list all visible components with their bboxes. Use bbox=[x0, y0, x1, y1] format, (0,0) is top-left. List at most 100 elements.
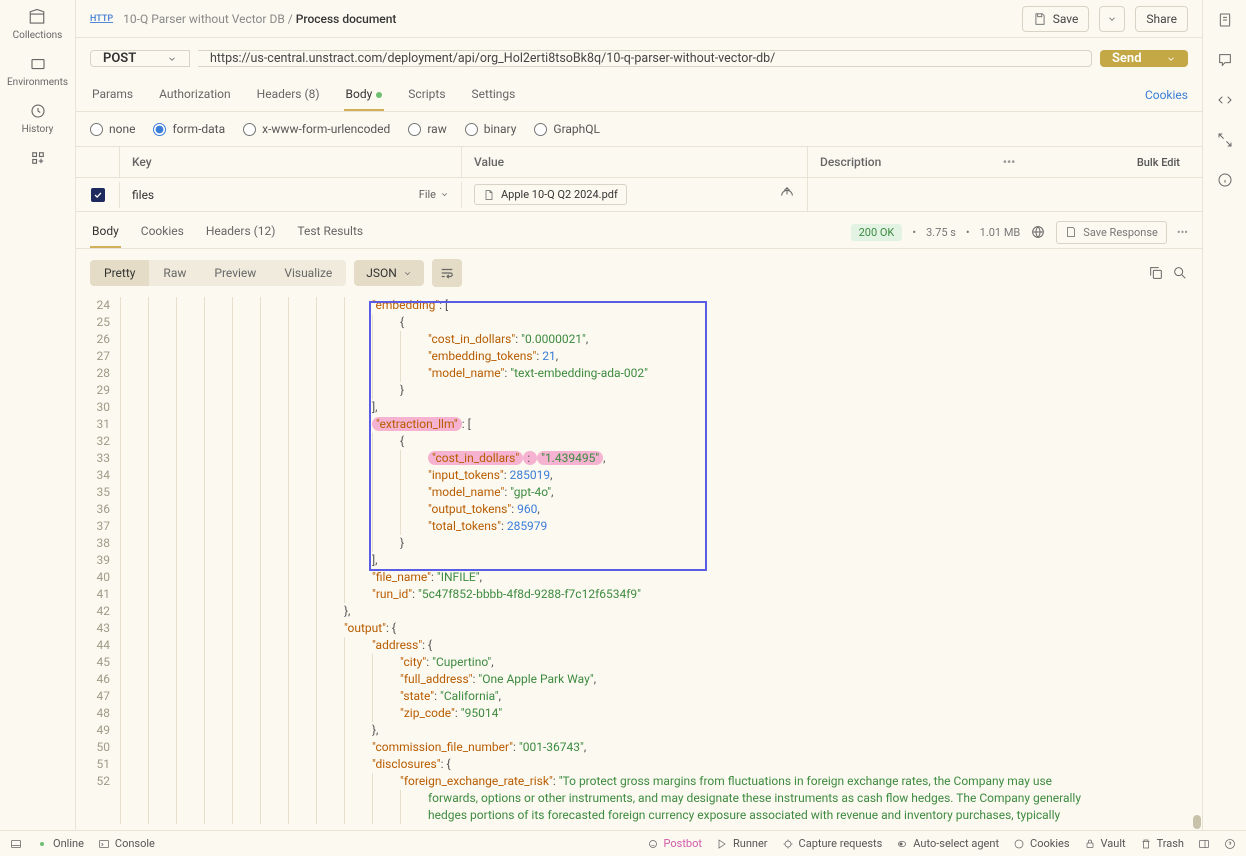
code-line[interactable]: 35"model_name": "gpt-4o", bbox=[76, 484, 1202, 501]
code-line[interactable]: 41"run_id": "5c47f852-bbbb-4f8d-9288-f7c… bbox=[76, 586, 1202, 603]
footer-vault[interactable]: Vault bbox=[1084, 837, 1126, 850]
radio-graphql[interactable]: GraphQL bbox=[534, 122, 600, 136]
sidebar-environments[interactable]: Environments bbox=[7, 55, 68, 88]
code-line[interactable]: 27"embedding_tokens": 21, bbox=[76, 348, 1202, 365]
code-line[interactable]: 31"extraction_llm": [ bbox=[76, 416, 1202, 433]
code-line[interactable]: 49}, bbox=[76, 722, 1202, 739]
info-icon[interactable] bbox=[1217, 172, 1233, 188]
radio-formdata[interactable]: form-data bbox=[153, 122, 225, 136]
code-line[interactable]: 36"output_tokens": 960, bbox=[76, 501, 1202, 518]
expand-icon[interactable] bbox=[1217, 132, 1233, 148]
vtab-raw[interactable]: Raw bbox=[149, 260, 200, 286]
tab-params[interactable]: Params bbox=[90, 79, 135, 111]
code-line[interactable]: 48"zip_code": "95014" bbox=[76, 705, 1202, 722]
code-line[interactable]: 45"city": "Cupertino", bbox=[76, 654, 1202, 671]
radio-binary[interactable]: binary bbox=[465, 122, 517, 136]
code-line[interactable]: 24"embedding": [ bbox=[76, 297, 1202, 314]
footer-console[interactable]: Console bbox=[98, 837, 155, 850]
cookies-link[interactable]: Cookies bbox=[1145, 80, 1188, 110]
save-button[interactable]: Save bbox=[1022, 6, 1090, 32]
footer-capture[interactable]: Capture requests bbox=[782, 837, 883, 850]
code-line[interactable]: 39], bbox=[76, 552, 1202, 569]
rtab-body[interactable]: Body bbox=[90, 216, 121, 248]
code-line[interactable]: 52"foreign_exchange_rate_risk": "To prot… bbox=[76, 773, 1202, 790]
method-select[interactable]: POST bbox=[90, 50, 190, 67]
code-line[interactable]: 43"output": { bbox=[76, 620, 1202, 637]
upload-icon[interactable] bbox=[779, 185, 795, 204]
share-button[interactable]: Share bbox=[1135, 6, 1188, 32]
rtab-cookies[interactable]: Cookies bbox=[139, 216, 186, 248]
bulk-edit-link[interactable]: Bulk Edit bbox=[1137, 156, 1190, 169]
footer-online[interactable]: Online bbox=[36, 837, 84, 850]
footer-layout-icon[interactable] bbox=[1198, 838, 1210, 850]
vtab-visualize[interactable]: Visualize bbox=[270, 260, 346, 286]
code-line[interactable]: 38} bbox=[76, 535, 1202, 552]
row-checkbox[interactable] bbox=[91, 188, 105, 202]
row-key-input[interactable]: files bbox=[132, 188, 154, 202]
response-code-area[interactable]: 24"embedding": [25{26"cost_in_dollars": … bbox=[76, 297, 1202, 830]
code-line[interactable]: 44"address": { bbox=[76, 637, 1202, 654]
code-line[interactable]: 37"total_tokens": 285979 bbox=[76, 518, 1202, 535]
save-dropdown[interactable] bbox=[1099, 6, 1125, 32]
format-select[interactable]: JSON bbox=[354, 260, 424, 286]
code-line[interactable]: hedges portions of its forecasted foreig… bbox=[76, 807, 1202, 824]
code-line[interactable]: 28"model_name": "text-embedding-ada-002" bbox=[76, 365, 1202, 382]
footer-cookies[interactable]: Cookies bbox=[1013, 837, 1069, 850]
code-line[interactable]: 33"cost_in_dollars": "1.439495", bbox=[76, 450, 1202, 467]
code-line[interactable]: 50"commission_file_number": "001-36743", bbox=[76, 739, 1202, 756]
rtab-headers[interactable]: Headers (12) bbox=[204, 216, 278, 248]
table-options-icon[interactable]: ••• bbox=[1003, 155, 1016, 169]
footer-autoselect[interactable]: Auto-select agent bbox=[896, 837, 999, 850]
tab-body[interactable]: Body bbox=[344, 79, 385, 111]
sidebar-history[interactable]: History bbox=[22, 102, 54, 135]
code-line[interactable]: 26"cost_in_dollars": "0.0000021", bbox=[76, 331, 1202, 348]
code-line[interactable]: forwards, options or other instruments, … bbox=[76, 790, 1202, 807]
rtab-testresults[interactable]: Test Results bbox=[295, 216, 365, 248]
form-table-header: Key Value Description ••• Bulk Edit bbox=[76, 146, 1202, 178]
file-attachment[interactable]: Apple 10-Q Q2 2024.pdf bbox=[474, 184, 627, 205]
breadcrumb[interactable]: 10-Q Parser without Vector DB / Process … bbox=[123, 12, 396, 26]
breadcrumb-parent[interactable]: 10-Q Parser without Vector DB bbox=[123, 12, 285, 26]
row-description-input[interactable] bbox=[808, 189, 1202, 201]
tab-authorization[interactable]: Authorization bbox=[157, 79, 233, 111]
tab-settings[interactable]: Settings bbox=[470, 79, 518, 111]
footer-help-icon[interactable] bbox=[1224, 838, 1236, 850]
tab-scripts[interactable]: Scripts bbox=[406, 79, 447, 111]
code-line[interactable]: 34"input_tokens": 285019, bbox=[76, 467, 1202, 484]
footer-panel-icon[interactable] bbox=[10, 838, 22, 850]
sidebar-more[interactable] bbox=[29, 149, 47, 167]
copy-icon[interactable] bbox=[1148, 265, 1164, 281]
tab-headers[interactable]: Headers (8) bbox=[255, 79, 322, 111]
code-line[interactable]: 29} bbox=[76, 382, 1202, 399]
code-icon[interactable] bbox=[1217, 92, 1233, 108]
row-type-select[interactable]: File bbox=[419, 188, 449, 201]
radio-urlencoded[interactable]: x-www-form-urlencoded bbox=[243, 122, 390, 136]
code-line[interactable]: 51"disclosures": { bbox=[76, 756, 1202, 773]
radio-raw[interactable]: raw bbox=[408, 122, 446, 136]
code-line[interactable]: 42}, bbox=[76, 603, 1202, 620]
vtab-preview[interactable]: Preview bbox=[200, 260, 270, 286]
body-type-row: none form-data x-www-form-urlencoded raw… bbox=[76, 112, 1202, 146]
wrap-lines-button[interactable] bbox=[432, 259, 462, 287]
save-response-button[interactable]: Save Response bbox=[1056, 221, 1167, 244]
send-button[interactable]: Send bbox=[1100, 50, 1188, 67]
url-input[interactable]: https://us-central.unstract.com/deployme… bbox=[198, 50, 1092, 67]
code-line[interactable]: 40"file_name": "INFILE", bbox=[76, 569, 1202, 586]
comments-icon[interactable] bbox=[1217, 52, 1233, 68]
documentation-icon[interactable] bbox=[1217, 12, 1233, 28]
vtab-pretty[interactable]: Pretty bbox=[90, 260, 149, 286]
response-more-icon[interactable]: ••• bbox=[1177, 226, 1188, 239]
search-icon[interactable] bbox=[1172, 265, 1188, 281]
footer-runner[interactable]: Runner bbox=[716, 837, 768, 850]
code-line[interactable]: 47"state": "California", bbox=[76, 688, 1202, 705]
footer-postbot[interactable]: Postbot bbox=[647, 837, 702, 850]
network-icon[interactable] bbox=[1030, 224, 1046, 240]
sidebar-collections[interactable]: Collections bbox=[13, 8, 63, 41]
code-line[interactable]: 30], bbox=[76, 399, 1202, 416]
code-line[interactable]: 32{ bbox=[76, 433, 1202, 450]
footer-trash[interactable]: Trash bbox=[1140, 837, 1184, 850]
code-line[interactable]: 46"full_address": "One Apple Park Way", bbox=[76, 671, 1202, 688]
scrollbar-thumb[interactable] bbox=[1193, 815, 1201, 829]
radio-none[interactable]: none bbox=[90, 122, 135, 136]
code-line[interactable]: 25{ bbox=[76, 314, 1202, 331]
